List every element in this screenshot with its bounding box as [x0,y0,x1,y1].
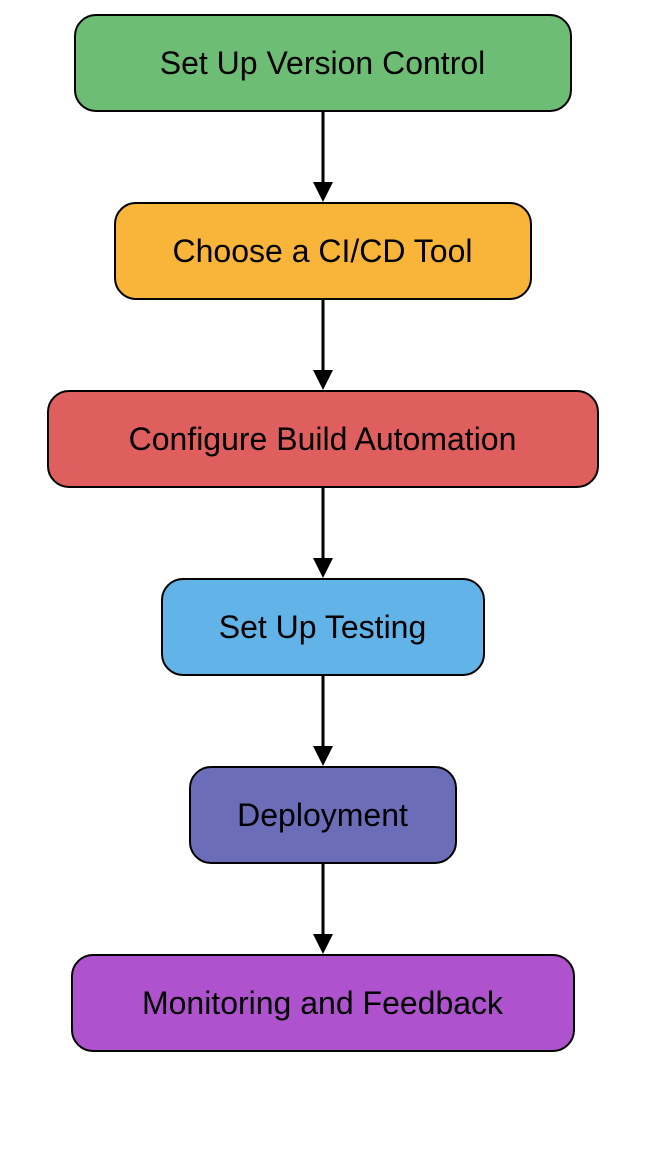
node-label: Deployment [237,797,408,834]
arrow-icon [308,864,338,954]
node-build-automation: Configure Build Automation [47,390,599,488]
node-label: Choose a CI/CD Tool [173,233,473,270]
node-cicd-tool: Choose a CI/CD Tool [114,202,532,300]
arrow-icon [308,300,338,390]
node-label: Monitoring and Feedback [142,985,503,1022]
arrow-icon [308,488,338,578]
arrow-icon [308,676,338,766]
node-label: Configure Build Automation [129,421,517,458]
node-deployment: Deployment [189,766,457,864]
node-label: Set Up Testing [219,609,427,646]
node-testing: Set Up Testing [161,578,485,676]
node-monitoring: Monitoring and Feedback [71,954,575,1052]
node-version-control: Set Up Version Control [74,14,572,112]
node-label: Set Up Version Control [160,45,486,82]
arrow-icon [308,112,338,202]
